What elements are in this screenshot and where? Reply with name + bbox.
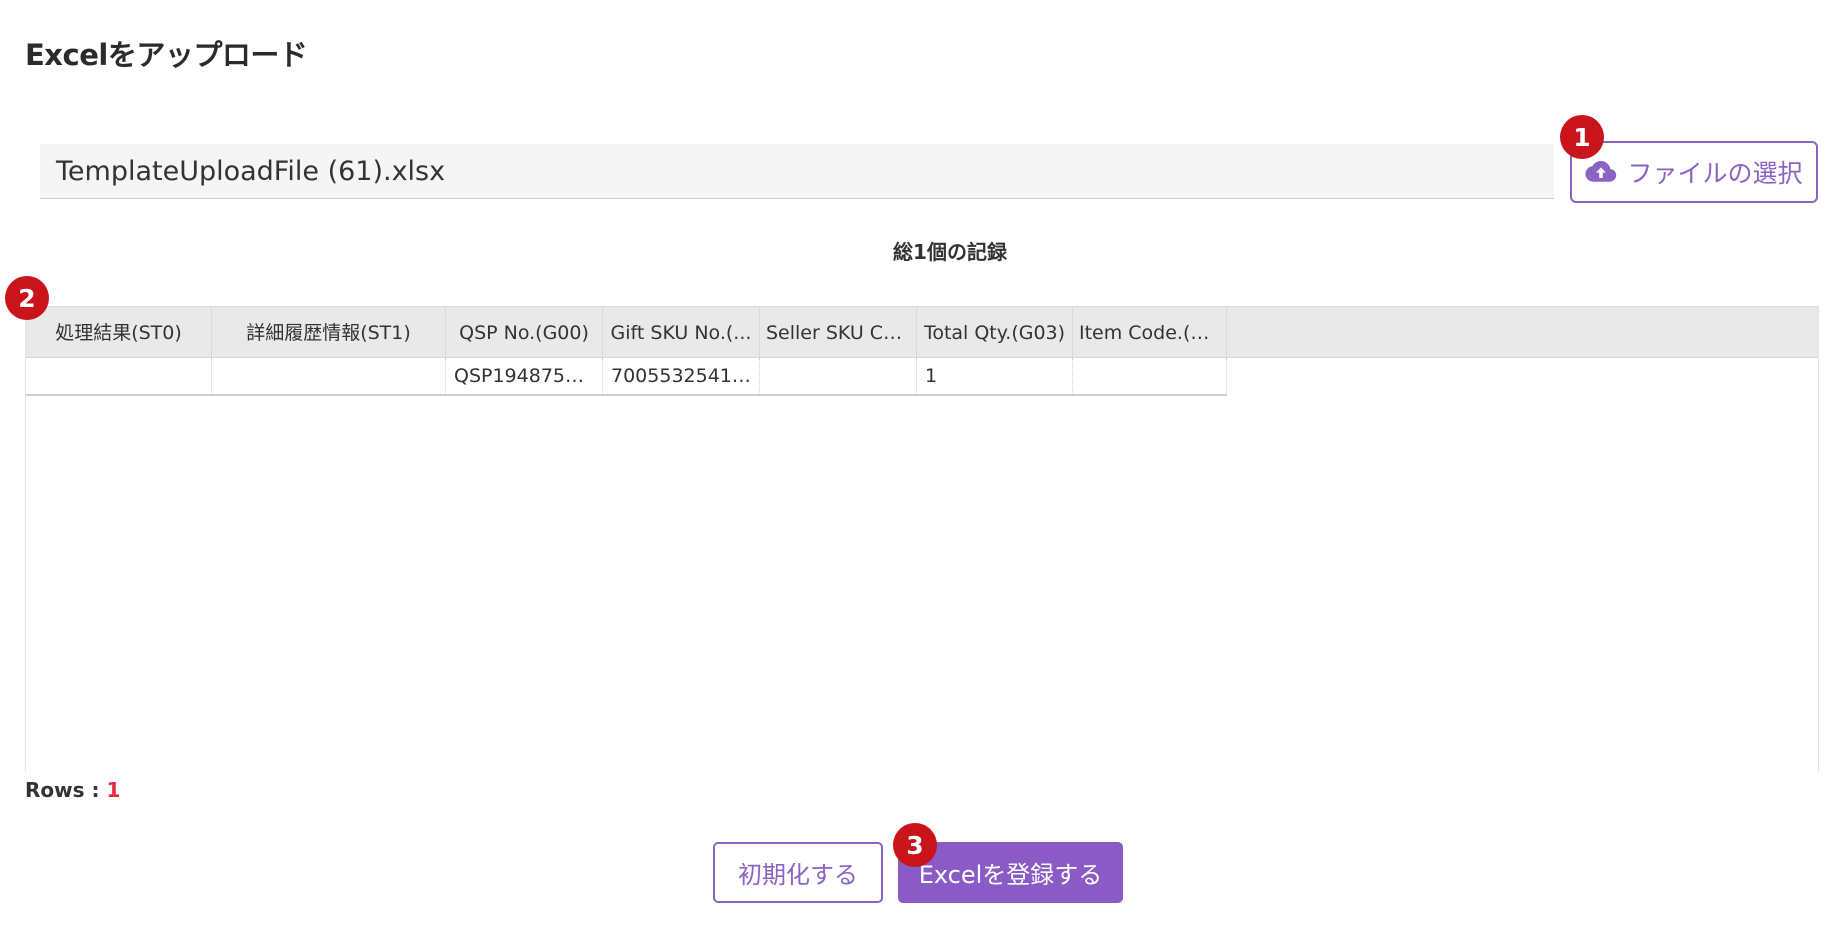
column-header-qsp-no[interactable]: QSP No.(G00) xyxy=(446,307,603,359)
cloud-upload-icon xyxy=(1585,161,1617,182)
rows-counter-label: Rows : xyxy=(25,778,107,802)
table-row[interactable]: QSP1948755... 70055325410... 1 xyxy=(26,358,1227,396)
column-header-total-qty[interactable]: Total Qty.(G03) xyxy=(917,307,1073,359)
column-header-seller-sku-code[interactable]: Seller SKU Co... xyxy=(760,307,917,359)
rows-counter-value: 1 xyxy=(106,778,121,802)
table-cell[interactable] xyxy=(1073,358,1227,394)
step-badge-1: 1 xyxy=(1560,115,1604,159)
column-header-result[interactable]: 処理結果(ST0) xyxy=(26,307,212,359)
table-cell[interactable] xyxy=(212,358,446,394)
record-count: 総1個の記録 xyxy=(893,240,1007,264)
reset-button[interactable]: 初期化する xyxy=(713,842,883,903)
table-cell[interactable]: QSP1948755... xyxy=(446,358,603,394)
step-badge-2: 2 xyxy=(5,276,49,320)
data-grid: 処理結果(ST0) 詳細履歴情報(ST1) QSP No.(G00) Gift … xyxy=(25,306,1819,772)
table-cell[interactable]: 1 xyxy=(917,358,1073,394)
file-name-text: TemplateUploadFile (61).xlsx xyxy=(56,155,446,187)
column-header-detail-history[interactable]: 詳細履歴情報(ST1) xyxy=(212,307,446,359)
step-badge-3: 3 xyxy=(893,823,937,867)
select-file-button[interactable]: ファイルの選択 xyxy=(1570,141,1818,203)
column-header-item-code[interactable]: Item Code.(G... xyxy=(1073,307,1227,359)
grid-header: 処理結果(ST0) 詳細履歴情報(ST1) QSP No.(G00) Gift … xyxy=(26,306,1818,359)
column-header-gift-sku-no[interactable]: Gift SKU No.(... xyxy=(603,307,760,359)
page-title: Excelをアップロード xyxy=(25,38,308,72)
table-cell[interactable] xyxy=(760,358,917,394)
table-cell[interactable]: 70055325410... xyxy=(603,358,760,394)
select-file-label: ファイルの選択 xyxy=(1627,159,1803,188)
table-cell[interactable] xyxy=(26,358,212,394)
rows-counter: Rows : 1 xyxy=(25,778,120,802)
file-name-field[interactable]: TemplateUploadFile (61).xlsx xyxy=(40,144,1554,199)
